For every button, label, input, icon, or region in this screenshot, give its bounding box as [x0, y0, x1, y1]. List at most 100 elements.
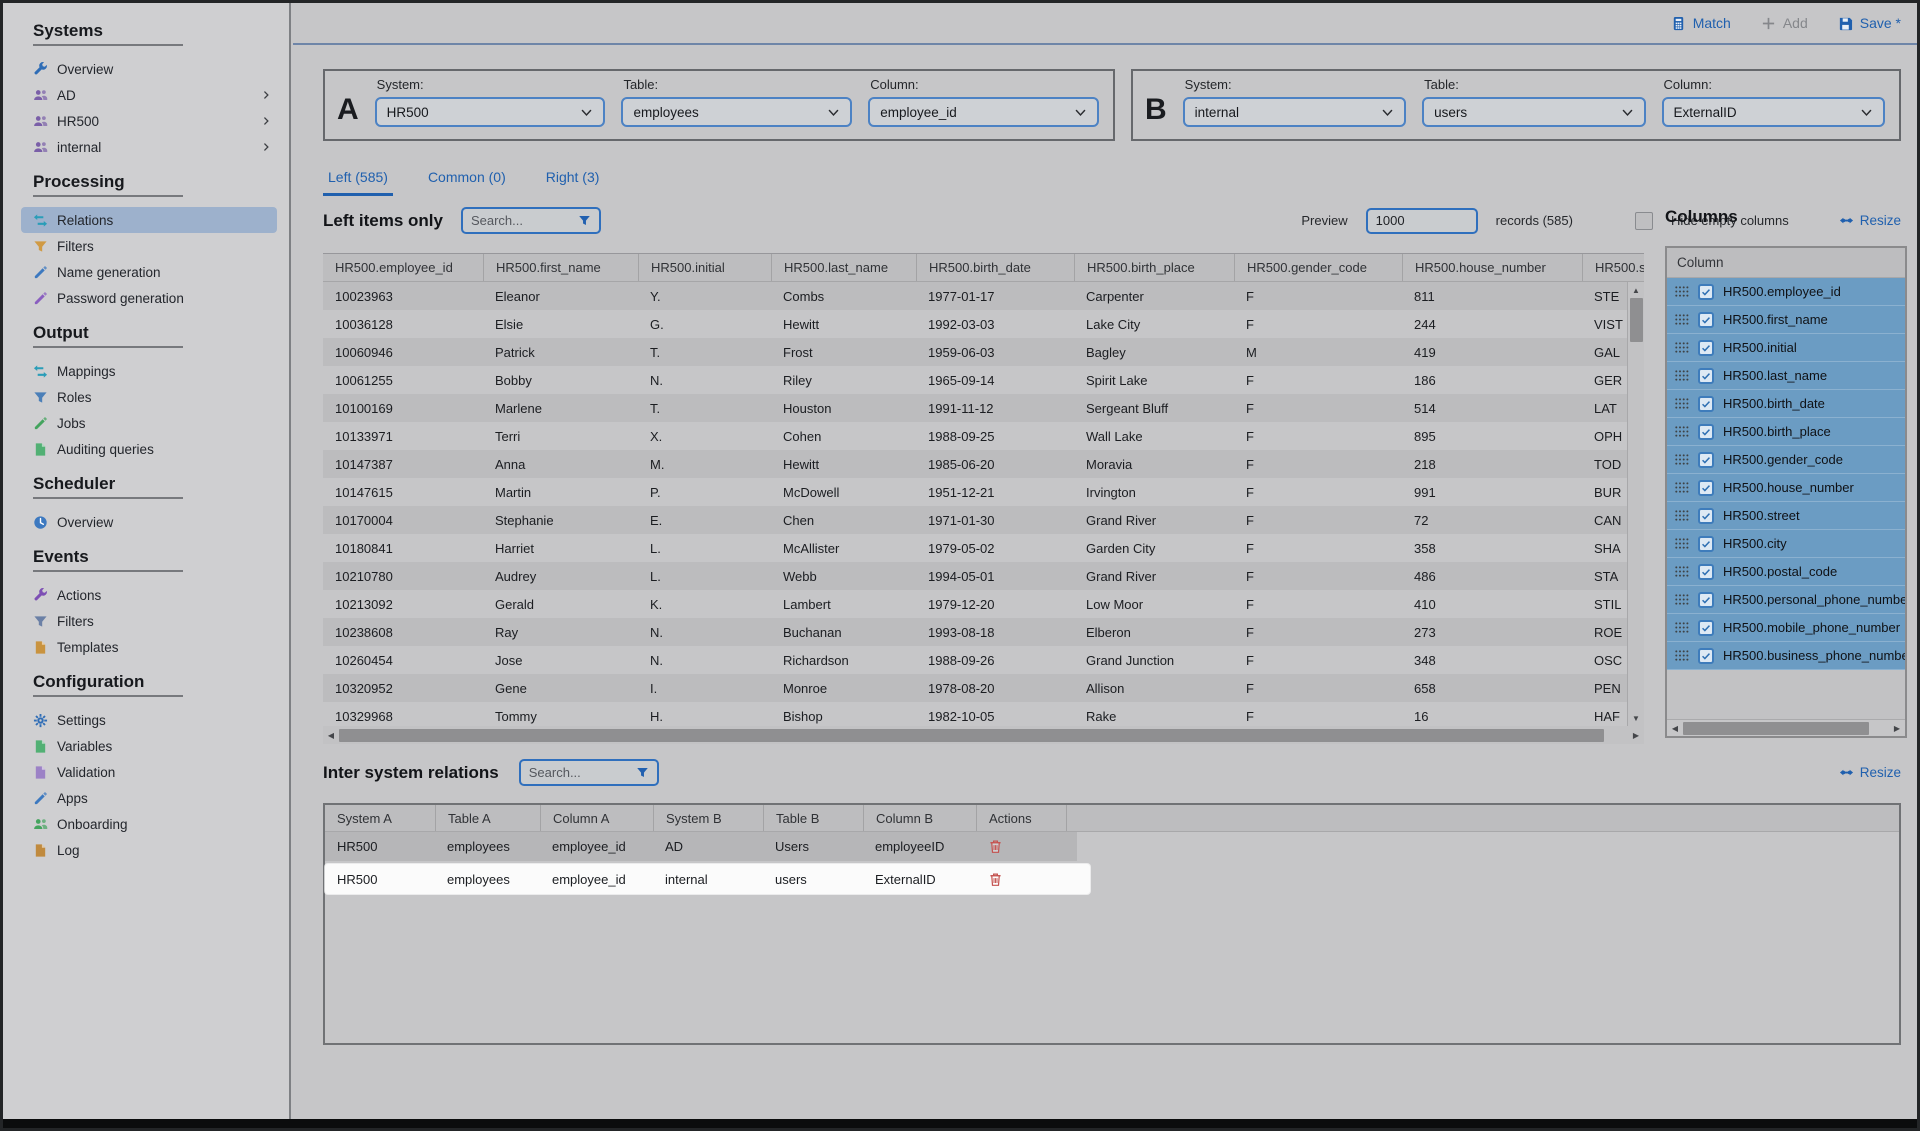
table-resize-link[interactable]: Resize — [1839, 213, 1901, 228]
column-row-hr500-business-phone-number[interactable]: HR500.business_phone_number — [1667, 642, 1905, 670]
column-header-hr500-first-name[interactable]: HR500.first_name — [483, 254, 638, 281]
tab-common[interactable]: Common (0) — [423, 169, 511, 196]
column-checkbox[interactable] — [1698, 312, 1714, 328]
table-row[interactable]: 10210780AudreyL.Webb1994-05-01Grand Rive… — [323, 562, 1644, 590]
table-row[interactable]: 10147387AnnaM.Hewitt1985-06-20MoraviaF21… — [323, 450, 1644, 478]
drag-handle-icon[interactable] — [1675, 650, 1689, 661]
panel-b-table-select[interactable]: users — [1422, 97, 1645, 127]
column-checkbox[interactable] — [1698, 480, 1714, 496]
panel-b-system-select[interactable]: internal — [1183, 97, 1406, 127]
column-row-hr500-street[interactable]: HR500.street — [1667, 502, 1905, 530]
table-row[interactable]: 10238608RayN.Buchanan1993-08-18ElberonF2… — [323, 618, 1644, 646]
column-header-hr500-birth-date[interactable]: HR500.birth_date — [916, 254, 1074, 281]
relations-header-system-a[interactable]: System A — [325, 805, 435, 831]
column-row-hr500-personal-phone-number[interactable]: HR500.personal_phone_number — [1667, 586, 1905, 614]
scroll-right-icon[interactable]: ▶ — [1628, 727, 1644, 743]
column-row-hr500-city[interactable]: HR500.city — [1667, 530, 1905, 558]
column-row-hr500-birth-place[interactable]: HR500.birth_place — [1667, 418, 1905, 446]
columns-horizontal-scrollbar[interactable]: ◀ ▶ — [1667, 719, 1905, 736]
scroll-right-icon[interactable]: ▶ — [1889, 720, 1905, 736]
sidebar-item-auditing-queries[interactable]: Auditing queries — [21, 436, 277, 462]
table-row[interactable]: 10147615MartinP.McDowell1951-12-21Irving… — [323, 478, 1644, 506]
sidebar-item-validation[interactable]: Validation — [21, 759, 277, 785]
sidebar-item-overview[interactable]: Overview — [21, 56, 277, 82]
horizontal-scroll-thumb[interactable] — [339, 729, 1604, 742]
column-checkbox[interactable] — [1698, 340, 1714, 356]
drag-handle-icon[interactable] — [1675, 314, 1689, 325]
column-row-hr500-house-number[interactable]: HR500.house_number — [1667, 474, 1905, 502]
search-input[interactable] — [529, 765, 630, 780]
left-items-search[interactable] — [461, 207, 601, 234]
sidebar-item-hr500[interactable]: HR500 — [21, 108, 277, 134]
column-header-hr500-gender-code[interactable]: HR500.gender_code — [1234, 254, 1402, 281]
drag-handle-icon[interactable] — [1675, 342, 1689, 353]
column-row-hr500-initial[interactable]: HR500.initial — [1667, 334, 1905, 362]
column-row-hr500-last-name[interactable]: HR500.last_name — [1667, 362, 1905, 390]
column-checkbox[interactable] — [1698, 620, 1714, 636]
table-row[interactable]: 10023963EleanorY.Combs1977-01-17Carpente… — [323, 282, 1644, 310]
column-checkbox[interactable] — [1698, 592, 1714, 608]
drag-handle-icon[interactable] — [1675, 398, 1689, 409]
sidebar-item-overview[interactable]: Overview — [21, 509, 277, 535]
relations-header-table-a[interactable]: Table A — [435, 805, 540, 831]
tab-left[interactable]: Left (585) — [323, 169, 393, 196]
sidebar-item-filters[interactable]: Filters — [21, 608, 277, 634]
panel-a-system-select[interactable]: HR500 — [375, 97, 606, 127]
scroll-left-icon[interactable]: ◀ — [1667, 720, 1683, 736]
hide-empty-columns-checkbox[interactable] — [1635, 212, 1653, 230]
drag-handle-icon[interactable] — [1675, 622, 1689, 633]
column-row-hr500-employee-id[interactable]: HR500.employee_id — [1667, 278, 1905, 306]
preview-count-input[interactable] — [1366, 208, 1478, 234]
column-header-hr500-employee-id[interactable]: HR500.employee_id — [323, 254, 483, 281]
sidebar-item-filters[interactable]: Filters — [21, 233, 277, 259]
sidebar-item-actions[interactable]: Actions — [21, 582, 277, 608]
match-button[interactable]: Match — [1671, 15, 1731, 31]
search-input[interactable] — [471, 213, 572, 228]
column-row-hr500-gender-code[interactable]: HR500.gender_code — [1667, 446, 1905, 474]
sidebar-item-jobs[interactable]: Jobs — [21, 410, 277, 436]
column-checkbox[interactable] — [1698, 284, 1714, 300]
delete-relation-button[interactable] — [988, 871, 1004, 887]
table-row[interactable]: 10320952GeneI.Monroe1978-08-20AllisonF65… — [323, 674, 1644, 702]
sidebar-item-internal[interactable]: internal — [21, 134, 277, 160]
panel-b-column-select[interactable]: ExternalID — [1662, 97, 1885, 127]
table-row[interactable]: 10060946PatrickT.Frost1959-06-03BagleyM4… — [323, 338, 1644, 366]
sidebar-item-roles[interactable]: Roles — [21, 384, 277, 410]
drag-handle-icon[interactable] — [1675, 482, 1689, 493]
panel-a-column-select[interactable]: employee_id — [868, 97, 1099, 127]
table-row[interactable]: 10260454JoseN.Richardson1988-09-26Grand … — [323, 646, 1644, 674]
column-row-hr500-postal-code[interactable]: HR500.postal_code — [1667, 558, 1905, 586]
table-horizontal-scrollbar[interactable]: ◀ ▶ — [323, 726, 1644, 744]
table-row[interactable]: 10180841HarrietL.McAllister1979-05-02Gar… — [323, 534, 1644, 562]
column-header-hr500-initial[interactable]: HR500.initial — [638, 254, 771, 281]
vertical-scroll-thumb[interactable] — [1630, 298, 1643, 342]
sidebar-item-ad[interactable]: AD — [21, 82, 277, 108]
scroll-left-icon[interactable]: ◀ — [323, 727, 339, 743]
relations-header-table-b[interactable]: Table B — [763, 805, 863, 831]
sidebar-item-name-generation[interactable]: Name generation — [21, 259, 277, 285]
table-row[interactable]: 10100169MarleneT.Houston1991-11-12Sergea… — [323, 394, 1644, 422]
add-button[interactable]: Add — [1761, 15, 1808, 31]
column-row-hr500-birth-date[interactable]: HR500.birth_date — [1667, 390, 1905, 418]
table-row[interactable]: 10036128ElsieG.Hewitt1992-03-03Lake City… — [323, 310, 1644, 338]
save-button[interactable]: Save * — [1838, 15, 1901, 31]
drag-handle-icon[interactable] — [1675, 566, 1689, 577]
scroll-down-icon[interactable]: ▼ — [1628, 710, 1644, 726]
relation-row[interactable]: HR500employeesemployee_idADUsersemployee… — [325, 832, 1077, 861]
column-checkbox[interactable] — [1698, 368, 1714, 384]
sidebar-item-variables[interactable]: Variables — [21, 733, 277, 759]
column-header-hr500-birth-place[interactable]: HR500.birth_place — [1074, 254, 1234, 281]
drag-handle-icon[interactable] — [1675, 426, 1689, 437]
sidebar-item-log[interactable]: Log — [21, 837, 277, 863]
relations-header-system-b[interactable]: System B — [653, 805, 763, 831]
relation-row-highlighted[interactable]: HR500employeesemployee_idinternalusersEx… — [325, 864, 1090, 894]
delete-relation-button[interactable] — [988, 839, 1004, 855]
drag-handle-icon[interactable] — [1675, 286, 1689, 297]
table-row[interactable]: 10170004StephanieE.Chen1971-01-30Grand R… — [323, 506, 1644, 534]
tab-right[interactable]: Right (3) — [541, 169, 605, 196]
drag-handle-icon[interactable] — [1675, 370, 1689, 381]
table-row[interactable]: 10133971TerriX.Cohen1988-09-25Wall LakeF… — [323, 422, 1644, 450]
relations-header-column-b[interactable]: Column B — [863, 805, 976, 831]
column-header-hr500-house-number[interactable]: HR500.house_number — [1402, 254, 1582, 281]
relations-search[interactable] — [519, 759, 659, 786]
